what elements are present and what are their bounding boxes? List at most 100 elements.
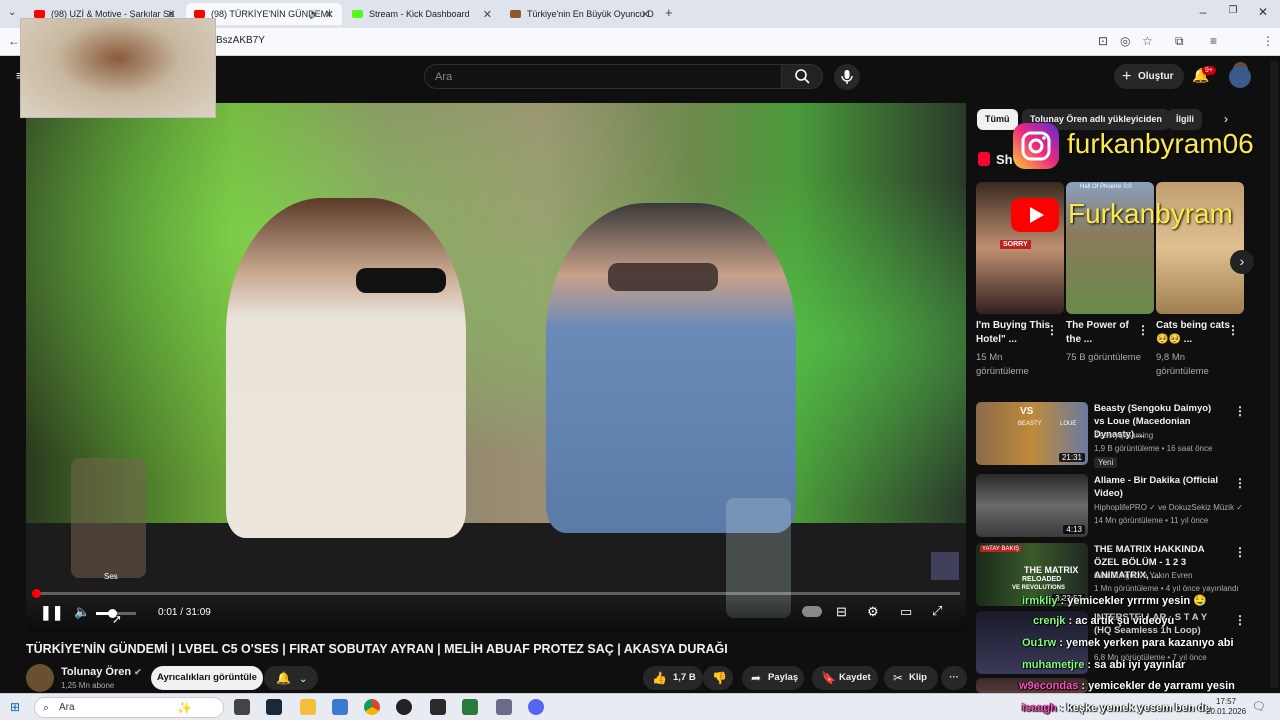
- subscriber-count: 1,25 Mn abone: [61, 681, 115, 690]
- sorry-text: SORRY: [1000, 240, 1031, 249]
- file-explorer-icon[interactable]: [300, 699, 316, 715]
- dislike-button[interactable]: 👎: [703, 666, 733, 690]
- star-icon[interactable]: ☆: [1142, 34, 1153, 48]
- share-button[interactable]: ➦ Paylaş: [742, 666, 804, 690]
- chat-message: muhametjre : sa abi iyi yayınlar: [1022, 659, 1185, 671]
- taskbar-clock[interactable]: 17:57 20.01.2026: [1206, 697, 1246, 717]
- video-player[interactable]: [26, 103, 966, 632]
- pause-icon[interactable]: ❚❚: [40, 604, 63, 621]
- clock-date: 20.01.2026: [1206, 707, 1247, 716]
- captions-icon[interactable]: ⊟: [836, 604, 847, 620]
- short-menu-icon[interactable]: ⋮: [1227, 323, 1239, 337]
- taskbar-search[interactable]: ⌕ Ara ✨: [34, 697, 224, 718]
- short-title-3[interactable]: Cats being cats 🥺🥺 ...: [1156, 319, 1234, 347]
- close-tab-icon[interactable]: ✕: [641, 8, 650, 21]
- channel-avatar[interactable]: [26, 664, 54, 692]
- account-avatar[interactable]: [1229, 66, 1251, 88]
- voice-search-button[interactable]: [834, 64, 860, 90]
- progress-bar[interactable]: [32, 592, 960, 595]
- tab-search-icon[interactable]: ⌄: [8, 7, 16, 18]
- channel-watermark[interactable]: [931, 552, 959, 580]
- rec-meta-1: 1,9 B görüntüleme • 16 saat önce: [1094, 444, 1213, 453]
- close-window-icon[interactable]: ✕: [1248, 5, 1278, 19]
- extensions-icon[interactable]: ⧉: [1175, 34, 1184, 49]
- more-horizontal-icon: ···: [949, 672, 959, 683]
- autoplay-toggle[interactable]: [802, 606, 822, 617]
- tab-3[interactable]: Stream - Kick Dashboard ✕: [344, 3, 500, 25]
- chat-message: w9econdas : yemicekler de yarramı yesin: [1019, 680, 1235, 692]
- more-actions-button[interactable]: ···: [941, 666, 967, 690]
- media-icon[interactable]: ≡: [1210, 34, 1217, 48]
- obs-icon[interactable]: [396, 699, 412, 715]
- minimize-icon[interactable]: –: [1188, 5, 1218, 19]
- rec-menu-icon[interactable]: ⋮: [1234, 545, 1246, 559]
- taskbar-search-label: Ara: [59, 702, 75, 713]
- view-privileges-button[interactable]: Ayrıcalıkları görüntüle: [151, 666, 263, 690]
- rec-thumb-text: BEASTY: [1018, 421, 1042, 427]
- search-input[interactable]: Ara: [424, 64, 782, 89]
- volume-tooltip: Ses: [104, 572, 118, 581]
- new-tab-button[interactable]: +: [665, 5, 673, 20]
- playhead[interactable]: [32, 589, 41, 598]
- rec-meta-3: 1 Mn görüntüleme • 4 yıl önce yayınlandı: [1094, 584, 1239, 593]
- microphone-icon: [841, 70, 853, 84]
- rec-menu-icon[interactable]: ⋮: [1234, 404, 1246, 418]
- restore-icon[interactable]: ❐: [1218, 5, 1248, 16]
- like-button[interactable]: 👍 1,7 B: [643, 666, 703, 690]
- shorts-next-icon[interactable]: ›: [1230, 250, 1254, 274]
- rec-thumb-text: RELOADED: [1022, 576, 1062, 583]
- short-title-1[interactable]: I'm Buying This Hotel" ...: [976, 319, 1054, 347]
- epic-icon[interactable]: [430, 699, 446, 715]
- back-icon[interactable]: ←: [8, 34, 20, 48]
- search-icon: [795, 69, 810, 84]
- close-tab-icon[interactable]: ✕: [325, 8, 334, 21]
- chip-related[interactable]: İlgili: [1168, 109, 1202, 130]
- chip-all[interactable]: Tümü: [977, 109, 1018, 130]
- steam-icon[interactable]: [266, 699, 282, 715]
- rec-channel-1[interactable]: BeastyqtGaming: [1094, 431, 1153, 440]
- sidebar-scrollbar[interactable]: [1270, 62, 1278, 688]
- menu-icon[interactable]: ⋮: [1262, 34, 1274, 48]
- discord-icon[interactable]: [528, 699, 544, 715]
- chrome-icon[interactable]: [364, 699, 380, 715]
- short-menu-icon[interactable]: ⋮: [1046, 323, 1058, 337]
- miniplayer-icon[interactable]: ▭: [900, 604, 912, 620]
- notification-center-icon[interactable]: 🗨: [1252, 700, 1266, 713]
- tab-4[interactable]: Türkiye'nin En Büyük Oyuncu D ✕: [502, 3, 658, 25]
- short-views-1: 15 Mn görüntüleme: [976, 352, 1029, 377]
- rec-menu-icon[interactable]: ⋮: [1234, 613, 1246, 627]
- rec-channel-2[interactable]: HiphoplifePRO ✓ ve DokuzSekiz Müzik ✓: [1094, 503, 1243, 512]
- eye-off-icon[interactable]: ◎: [1120, 34, 1130, 48]
- app-icon[interactable]: [462, 699, 478, 715]
- app2-icon[interactable]: [496, 699, 512, 715]
- chat-user: irmkliy: [1022, 595, 1058, 607]
- rec-channel-3[interactable]: Can Sungur ve Yakın Evren: [1094, 571, 1192, 580]
- create-button[interactable]: + Oluştur: [1114, 64, 1184, 89]
- task-view-icon[interactable]: [234, 699, 250, 715]
- windows-start-icon[interactable]: ⊞: [10, 700, 20, 714]
- mouse-cursor-icon: ➚: [112, 612, 123, 626]
- store-icon[interactable]: [332, 699, 348, 715]
- channel-name[interactable]: Tolunay Ören ✔: [61, 666, 142, 678]
- rec-menu-icon[interactable]: ⋮: [1234, 476, 1246, 490]
- volume-icon[interactable]: 🔈: [74, 604, 90, 620]
- search-button[interactable]: [781, 64, 823, 89]
- fullscreen-icon[interactable]: ⤢: [932, 603, 942, 619]
- speaker-icon[interactable]: 🔊: [309, 9, 320, 20]
- subscription-bell-button[interactable]: 🔔 ⌄: [264, 666, 318, 690]
- url-field[interactable]: BszAKB7Y: [216, 35, 265, 46]
- short-menu-icon[interactable]: ⋮: [1137, 323, 1149, 337]
- install-icon[interactable]: ⊡: [1098, 34, 1108, 48]
- video-person-left: [226, 198, 466, 538]
- save-button[interactable]: 🔖 Kaydet: [812, 666, 878, 690]
- rec-thumb-2[interactable]: 4:13: [976, 474, 1088, 537]
- close-tab-icon[interactable]: ✕: [483, 8, 492, 21]
- short-title-2[interactable]: The Power of the ...: [1066, 319, 1144, 347]
- chat-user: Ou1rw: [1022, 637, 1057, 649]
- chat-text: : yemicekler yrrrmı yesin 🤤: [1057, 595, 1207, 607]
- rec-thumb-1[interactable]: VS BEASTY LOUE 21:31: [976, 402, 1088, 465]
- rec-title-2[interactable]: Allame - Bir Dakika (Official Video): [1094, 474, 1224, 500]
- settings-gear-icon[interactable]: ⚙: [867, 604, 879, 620]
- clip-button[interactable]: ✂ Klip: [884, 666, 938, 690]
- chevron-right-icon[interactable]: ›: [1224, 112, 1228, 126]
